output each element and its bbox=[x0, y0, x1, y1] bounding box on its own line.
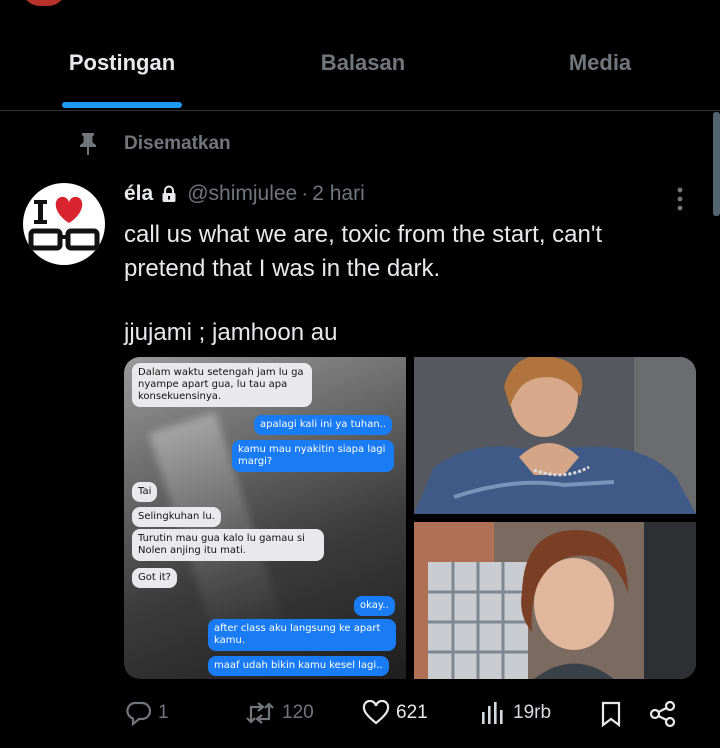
media-grid: Dalam waktu setengah jam lu ga nyampe ap… bbox=[124, 357, 696, 679]
pin-icon bbox=[80, 133, 96, 155]
profile-tabs: Postingan Balasan Media bbox=[0, 0, 720, 111]
chat-bubble: okay.. bbox=[354, 596, 395, 616]
portrait-illustration bbox=[414, 357, 696, 514]
chat-bubble: Got it? bbox=[132, 568, 177, 588]
chat-screenshot-image[interactable]: Dalam waktu setengah jam lu ga nyampe ap… bbox=[124, 357, 406, 679]
tweet-header: éla @shimjulee · 2 hari bbox=[124, 182, 365, 206]
separator-dot: · bbox=[301, 182, 309, 205]
tab-balasan[interactable]: Balasan bbox=[321, 50, 405, 76]
more-options-icon[interactable] bbox=[670, 184, 690, 214]
portrait-photo-bottom[interactable] bbox=[414, 522, 696, 679]
like-button[interactable]: 621 bbox=[362, 700, 428, 726]
user-handle[interactable]: @shimjulee bbox=[187, 182, 297, 206]
active-tab-indicator bbox=[62, 102, 182, 108]
tweet-text-line: call us what we are, toxic from the star… bbox=[124, 221, 603, 248]
like-count: 621 bbox=[396, 702, 428, 723]
chat-bubble: maaf udah bikin kamu kesel lagi.. bbox=[208, 656, 389, 676]
i-love-glasses-avatar-image bbox=[28, 196, 100, 251]
pinned-indicator: Disematkan bbox=[78, 130, 231, 158]
tweet-text-line: jjujami ; jamhoon au bbox=[124, 319, 338, 346]
repost-count: 120 bbox=[282, 702, 314, 723]
timestamp[interactable]: 2 hari bbox=[312, 182, 365, 206]
chat-bubble: Turutin mau gua kalo lu gamau si Nolen a… bbox=[132, 529, 324, 561]
tweet-text: call us what we are, toxic from the star… bbox=[124, 218, 684, 350]
chat-bubble: Dalam waktu setengah jam lu ga nyampe ap… bbox=[132, 363, 312, 407]
views-chart-icon bbox=[482, 702, 503, 724]
bookmark-icon bbox=[601, 701, 621, 728]
chat-bubble: apalagi kali ini ya tuhan.. bbox=[254, 415, 393, 435]
reply-icon bbox=[126, 701, 152, 726]
bookmark-button[interactable] bbox=[598, 700, 630, 728]
chat-bubble: kamu mau nyakitin siapa lagi margi? bbox=[232, 440, 394, 472]
tab-postingan[interactable]: Postingan bbox=[69, 50, 175, 76]
heart-icon bbox=[362, 700, 390, 725]
tweet-text-line: pretend that I was in the dark. bbox=[124, 255, 441, 282]
chat-bubble: after class aku langsung ke apart kamu. bbox=[208, 619, 396, 651]
display-name[interactable]: éla bbox=[124, 182, 153, 206]
avatar[interactable] bbox=[23, 183, 105, 265]
share-icon bbox=[649, 700, 676, 728]
repost-button[interactable]: 120 bbox=[244, 700, 314, 726]
scrollbar[interactable] bbox=[713, 112, 720, 216]
portrait-illustration bbox=[414, 522, 696, 679]
views-button[interactable]: 19rb bbox=[479, 700, 551, 726]
portrait-photo-top[interactable] bbox=[414, 357, 696, 514]
reply-button[interactable]: 1 bbox=[124, 700, 169, 726]
reply-count: 1 bbox=[158, 702, 169, 723]
tab-media[interactable]: Media bbox=[569, 50, 631, 76]
repost-icon bbox=[246, 702, 274, 724]
lock-icon bbox=[162, 185, 176, 202]
view-count: 19rb bbox=[513, 702, 552, 723]
share-button[interactable] bbox=[648, 700, 684, 728]
chat-bubble: Selingkuhan lu. bbox=[132, 507, 221, 527]
pinned-label: Disematkan bbox=[124, 133, 231, 154]
chat-bubble: Tai bbox=[132, 482, 158, 502]
tweet-actions: 1 120 621 19rb bbox=[124, 700, 696, 734]
